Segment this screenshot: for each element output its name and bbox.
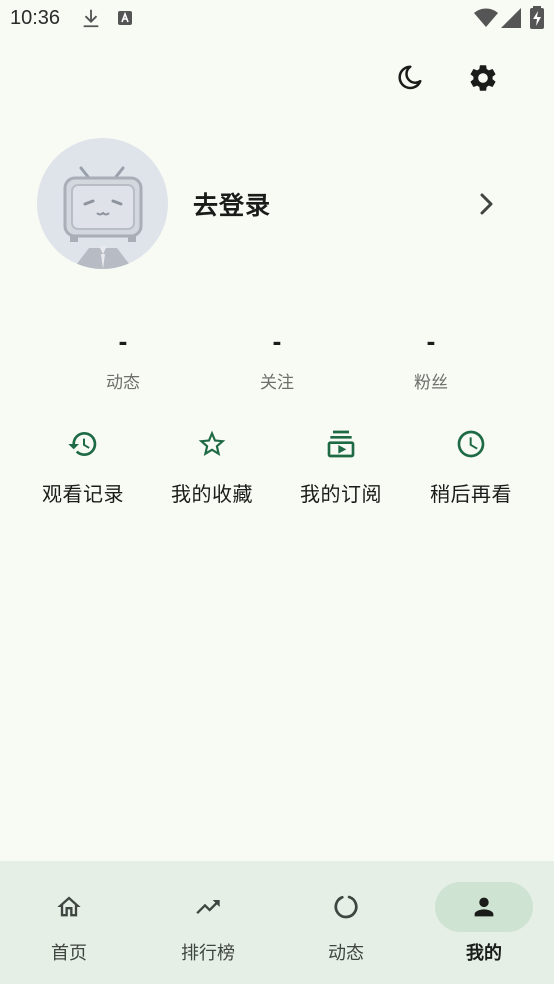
shortcut-label: 观看记录	[42, 482, 124, 506]
status-bar: 10:36	[0, 0, 554, 36]
shortcut-label: 我的订阅	[300, 482, 382, 506]
stat-following[interactable]: - 关注	[227, 330, 327, 393]
nav-home[interactable]: 首页	[0, 861, 138, 984]
stat-label: 关注	[260, 373, 294, 393]
nav-dynamics[interactable]: 动态	[277, 861, 415, 984]
person-icon	[435, 882, 533, 932]
download-icon	[80, 7, 102, 33]
shortcut-history[interactable]: 观看记录	[18, 424, 148, 507]
clock-icon	[406, 424, 536, 464]
star-icon	[147, 424, 277, 464]
nav-label: 动态	[328, 943, 364, 964]
chevron-right-icon[interactable]	[474, 190, 498, 222]
nav-label: 我的	[466, 943, 502, 964]
stat-label: 动态	[106, 373, 140, 393]
battery-charging-icon	[529, 6, 545, 34]
avatar[interactable]	[37, 138, 168, 269]
settings-button[interactable]	[461, 58, 505, 102]
moon-icon	[394, 63, 424, 97]
wifi-icon	[474, 8, 498, 32]
nav-label: 排行榜	[181, 943, 235, 964]
dynamic-circle-icon	[297, 882, 395, 932]
dark-mode-button[interactable]	[387, 58, 431, 102]
shortcut-label: 稍后再看	[430, 482, 512, 506]
gear-icon	[467, 62, 499, 98]
trending-icon	[159, 882, 257, 932]
shortcut-watch-later[interactable]: 稍后再看	[406, 424, 536, 507]
stat-value: -	[118, 331, 128, 356]
login-label[interactable]: 去登录	[193, 186, 271, 222]
nav-ranking[interactable]: 排行榜	[139, 861, 277, 984]
nav-label: 首页	[51, 943, 87, 964]
stat-value: -	[272, 331, 282, 356]
home-icon	[20, 882, 118, 932]
tv-mascot-avatar-icon	[63, 166, 143, 269]
stat-value: -	[426, 331, 436, 356]
history-icon	[18, 424, 148, 464]
stat-label: 粉丝	[414, 373, 448, 393]
stat-fans[interactable]: - 粉丝	[381, 330, 481, 393]
shortcut-label: 我的收藏	[171, 482, 253, 506]
stat-dynamics[interactable]: - 动态	[73, 330, 173, 393]
bottom-navigation: 首页 排行榜 动态 我的	[0, 861, 554, 984]
signal-icon	[501, 8, 521, 32]
shortcut-subscriptions[interactable]: 我的订阅	[276, 424, 406, 507]
subscriptions-icon	[276, 424, 406, 464]
shortcut-favorites[interactable]: 我的收藏	[147, 424, 277, 507]
a-badge-icon	[117, 10, 133, 30]
status-time: 10:36	[10, 7, 61, 29]
nav-mine[interactable]: 我的	[415, 861, 553, 984]
